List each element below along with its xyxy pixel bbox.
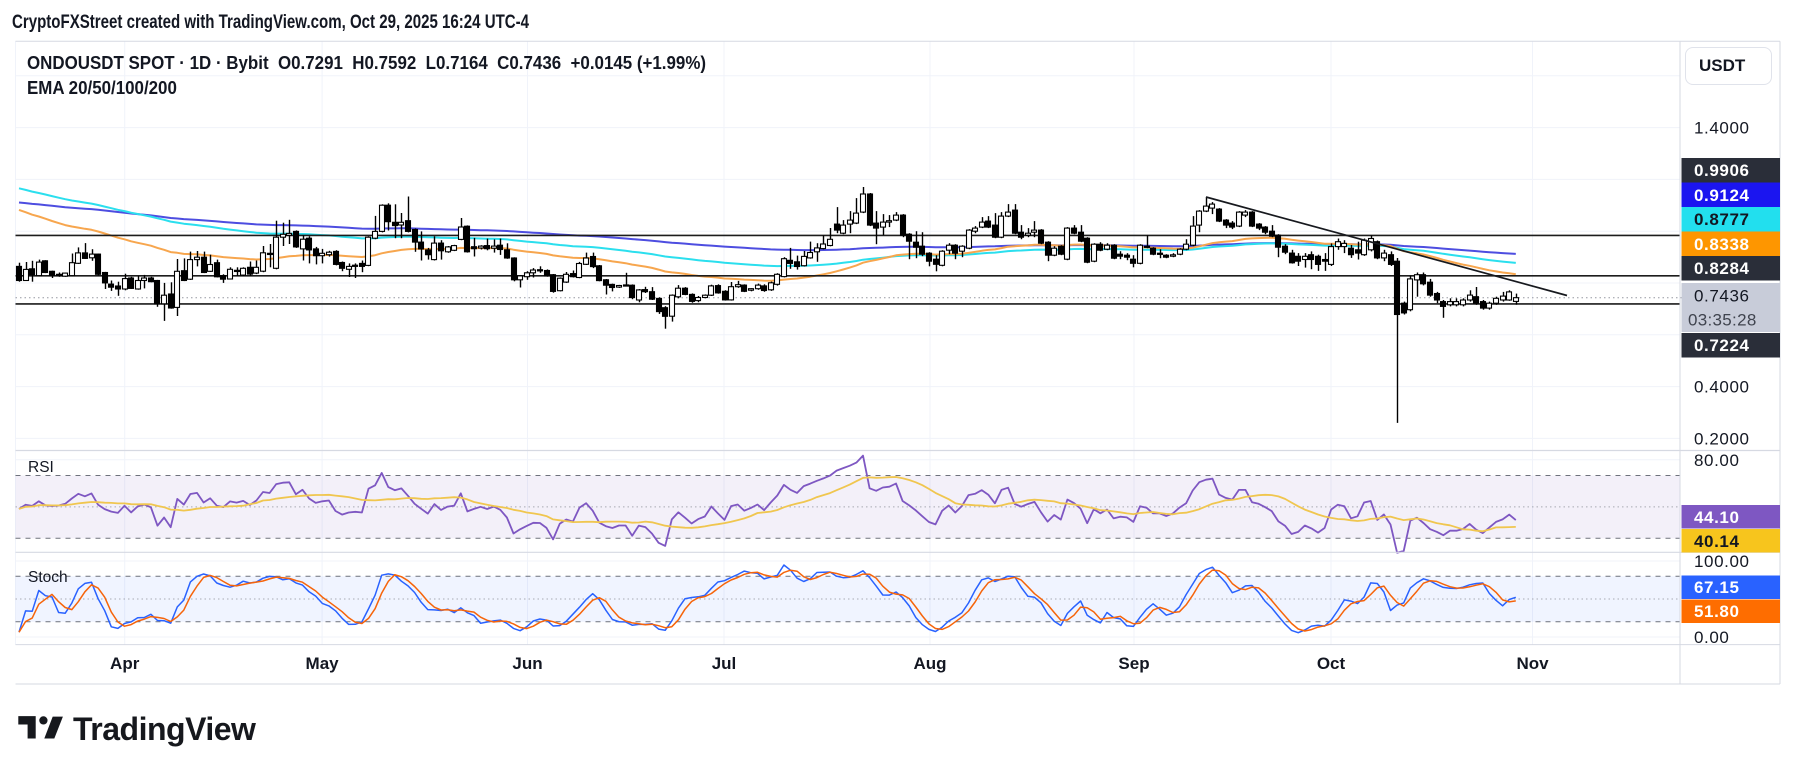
svg-text:Oct: Oct	[1317, 654, 1346, 673]
svg-text:May: May	[306, 654, 340, 673]
svg-text:RSI: RSI	[28, 459, 54, 476]
svg-text:0.9124: 0.9124	[1694, 186, 1750, 205]
svg-text:0.9906: 0.9906	[1694, 161, 1750, 180]
svg-text:40.14: 40.14	[1694, 532, 1740, 551]
svg-text:Nov: Nov	[1516, 654, 1549, 673]
svg-text:0.8338: 0.8338	[1694, 235, 1750, 254]
svg-text:100.00: 100.00	[1694, 552, 1750, 571]
svg-text:03:35:28: 03:35:28	[1688, 311, 1757, 330]
svg-text:0.8284: 0.8284	[1694, 259, 1750, 278]
svg-text:Sep: Sep	[1118, 654, 1149, 673]
svg-text:0.7436: 0.7436	[1694, 287, 1750, 306]
svg-text:Aug: Aug	[913, 654, 946, 673]
svg-text:44.10: 44.10	[1694, 508, 1740, 527]
svg-text:Apr: Apr	[110, 654, 140, 673]
svg-text:67.15: 67.15	[1694, 578, 1740, 597]
svg-text:0.8777: 0.8777	[1694, 210, 1750, 229]
svg-text:1.4000: 1.4000	[1694, 119, 1750, 138]
svg-text:80.00: 80.00	[1694, 451, 1740, 470]
svg-text:0.2000: 0.2000	[1694, 429, 1750, 448]
svg-text:0.4000: 0.4000	[1694, 378, 1750, 397]
svg-text:Jun: Jun	[512, 654, 542, 673]
svg-text:Jul: Jul	[712, 654, 737, 673]
svg-text:Stoch: Stoch	[28, 569, 68, 586]
svg-text:0.00: 0.00	[1694, 628, 1730, 647]
svg-text:0.7224: 0.7224	[1694, 336, 1750, 355]
svg-text:51.80: 51.80	[1694, 602, 1740, 621]
